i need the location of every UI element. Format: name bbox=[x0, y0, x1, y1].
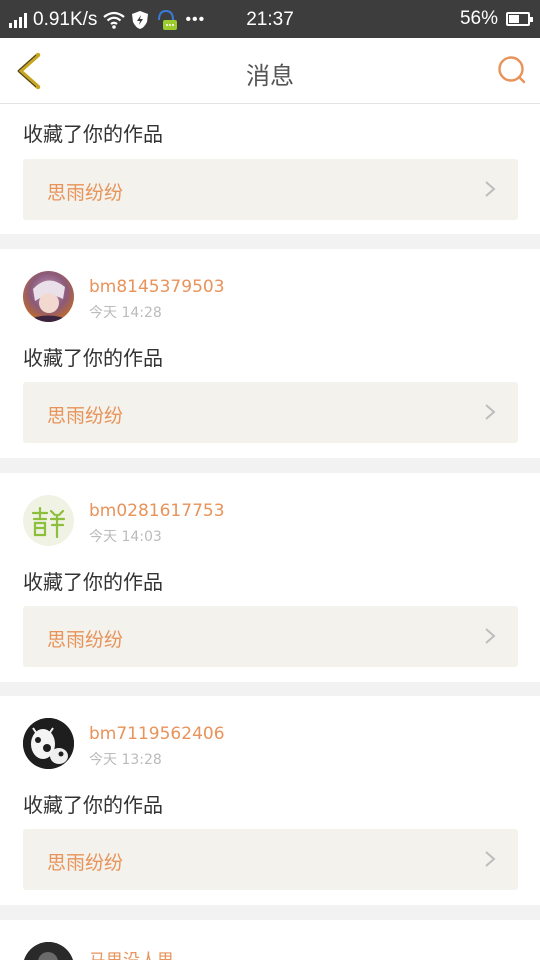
list-item: bm7119562406 今天 13:28 收藏了你的作品 思雨纷纷 bbox=[0, 696, 540, 905]
avatar[interactable] bbox=[23, 271, 74, 322]
timestamp: 今天 14:03 bbox=[89, 529, 162, 545]
list-item: bm8145379503 今天 14:28 收藏了你的作品 思雨纷纷 bbox=[0, 249, 540, 458]
action-text: 收藏了你的作品 bbox=[23, 793, 163, 817]
username[interactable]: 马思没人思 bbox=[89, 946, 174, 960]
search-icon[interactable] bbox=[496, 55, 526, 85]
navigation-bar: 消息 bbox=[0, 38, 540, 104]
list-item: 马思没人思 bbox=[0, 920, 540, 960]
timestamp: 今天 14:28 bbox=[89, 305, 162, 321]
username[interactable]: bm8145379503 bbox=[89, 277, 225, 297]
action-text: 收藏了你的作品 bbox=[23, 346, 163, 370]
username[interactable]: bm0281617753 bbox=[89, 501, 225, 521]
avatar[interactable] bbox=[23, 718, 74, 769]
chevron-right-icon bbox=[485, 851, 496, 867]
avatar[interactable] bbox=[23, 495, 74, 546]
battery-icon bbox=[506, 12, 533, 26]
page-title: 消息 bbox=[246, 62, 294, 90]
work-link[interactable]: 思雨纷纷 bbox=[23, 159, 518, 220]
username[interactable]: bm7119562406 bbox=[89, 724, 225, 744]
work-title: 思雨纷纷 bbox=[47, 182, 124, 204]
action-text: 收藏了你的作品 bbox=[23, 122, 163, 146]
work-title: 思雨纷纷 bbox=[47, 629, 124, 651]
battery-percent: 56% bbox=[459, 8, 498, 29]
chevron-right-icon bbox=[485, 404, 496, 420]
action-text: 收藏了你的作品 bbox=[23, 570, 163, 594]
status-bar: 0.91K/s ••• 21:37 56% bbox=[0, 0, 540, 38]
avatar[interactable] bbox=[23, 942, 74, 960]
work-link[interactable]: 思雨纷纷 bbox=[23, 829, 518, 890]
chevron-right-icon bbox=[485, 628, 496, 644]
work-link[interactable]: 思雨纷纷 bbox=[23, 606, 518, 667]
work-title: 思雨纷纷 bbox=[47, 852, 124, 874]
timestamp: 今天 13:28 bbox=[89, 752, 162, 768]
list-item: bm0281617753 今天 14:03 收藏了你的作品 思雨纷纷 bbox=[0, 473, 540, 682]
work-link[interactable]: 思雨纷纷 bbox=[23, 382, 518, 443]
list-item: 收藏了你的作品 思雨纷纷 bbox=[0, 104, 540, 234]
chevron-right-icon bbox=[485, 181, 496, 197]
work-title: 思雨纷纷 bbox=[47, 405, 124, 427]
